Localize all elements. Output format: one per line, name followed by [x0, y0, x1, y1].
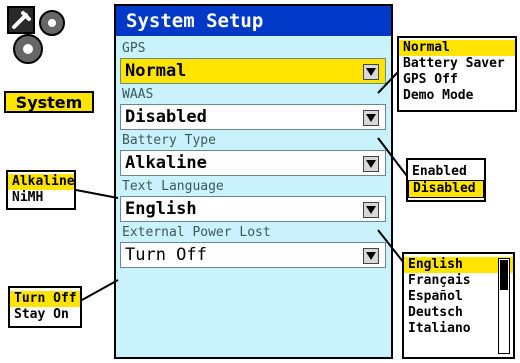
power-option[interactable]: Stay On — [10, 307, 80, 323]
gps-option[interactable]: GPS Off — [399, 72, 515, 88]
power-option[interactable]: Turn Off — [10, 291, 80, 307]
language-scrollbar[interactable] — [498, 258, 510, 354]
language-option[interactable]: Français — [404, 273, 513, 289]
scrollbar-thumb[interactable] — [500, 260, 508, 290]
gps-option[interactable]: Battery Saver — [399, 56, 515, 72]
waas-options-popup: Enabled Disabled — [406, 158, 486, 202]
gps-option[interactable]: Normal — [399, 40, 515, 56]
waas-option[interactable]: Enabled — [408, 164, 484, 180]
language-option[interactable]: Español — [404, 289, 513, 305]
language-option[interactable]: Deutsch — [404, 305, 513, 321]
waas-option[interactable]: Disabled — [408, 180, 484, 198]
language-option[interactable]: English — [404, 257, 513, 273]
battery-option[interactable]: Alkaline — [8, 174, 75, 190]
language-options-popup: English Français Español Deutsch Italian… — [402, 252, 515, 359]
language-option[interactable]: Italiano — [404, 321, 513, 337]
gps-options-popup: Normal Battery Saver GPS Off Demo Mode — [397, 36, 517, 112]
power-options-popup: Turn Off Stay On — [8, 286, 82, 328]
battery-options-popup: Alkaline NiMH — [6, 170, 76, 210]
battery-option[interactable]: NiMH — [8, 190, 74, 206]
gps-option[interactable]: Demo Mode — [399, 88, 515, 104]
